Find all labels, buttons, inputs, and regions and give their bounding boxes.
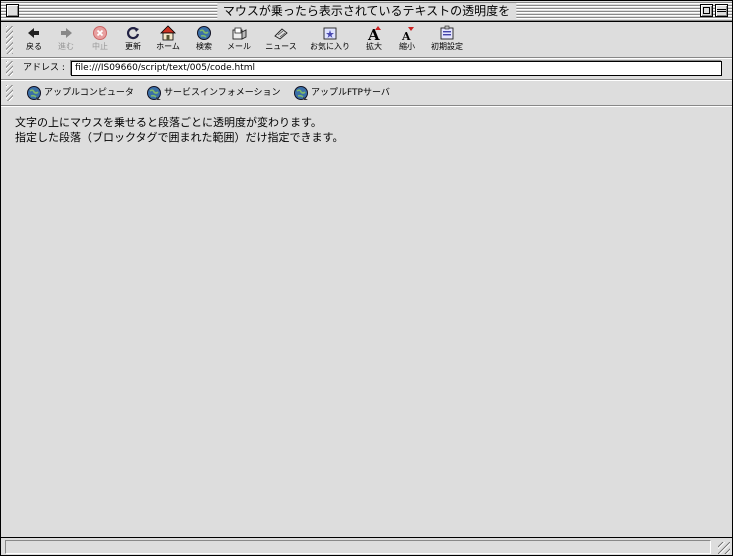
- collapse-box[interactable]: [715, 4, 728, 17]
- news-label: ニュース: [265, 42, 297, 51]
- status-bar: [1, 537, 732, 556]
- paragraph-1[interactable]: 文字の上にマウスを乗せると段落ごとに透明度が変わります。: [15, 115, 322, 130]
- globe-icon: [294, 86, 308, 100]
- paragraph-2[interactable]: 指定した段落（ブロックタグで囲まれた範囲）だけ指定できます。: [15, 130, 343, 145]
- preferences-label: 初期設定: [431, 42, 463, 51]
- preferences-icon: [440, 25, 454, 40]
- zoom-box[interactable]: [700, 4, 713, 17]
- mail-label: メール: [227, 42, 251, 51]
- stop-icon: [93, 26, 107, 40]
- mail-icon: [232, 27, 247, 40]
- search-button[interactable]: 検索: [192, 25, 216, 56]
- forward-arrow-icon: [61, 28, 72, 38]
- close-box[interactable]: [6, 4, 19, 17]
- back-arrow-icon: [28, 28, 39, 38]
- preferences-button[interactable]: 初期設定: [427, 25, 467, 56]
- news-button[interactable]: ニュース: [261, 25, 301, 56]
- svg-text:A: A: [401, 30, 411, 41]
- address-label: アドレス :: [23, 63, 65, 73]
- favorite-label: アップルFTPサーバ: [311, 88, 390, 98]
- status-field: [5, 540, 711, 554]
- back-button[interactable]: 戻る: [21, 25, 47, 56]
- search-globe-icon: [197, 26, 211, 40]
- globe-icon: [147, 86, 161, 100]
- page-content: 文字の上にマウスを乗せると段落ごとに透明度が変わります。 指定した段落（ブロック…: [7, 108, 725, 537]
- home-icon: [160, 25, 176, 41]
- home-button[interactable]: ホーム: [151, 25, 185, 56]
- favorite-apple-ftp-server[interactable]: アップルFTPサーバ: [293, 85, 390, 101]
- favorites-bar: アップルコンピュータ サービスインフォメーション アップルFTPサーバ: [1, 81, 732, 106]
- resize-grip[interactable]: [718, 542, 730, 554]
- text-larger-label: 拡大: [366, 42, 382, 51]
- window-title: マウスが乗ったら表示されているテキストの透明度を: [216, 3, 517, 19]
- toolbar-grip[interactable]: [6, 26, 13, 54]
- address-input[interactable]: file:///IS09660/script/text/005/code.htm…: [71, 61, 722, 76]
- news-icon: [274, 28, 288, 40]
- text-larger-button[interactable]: A 拡大: [362, 25, 386, 56]
- favorites-icon: [323, 27, 337, 40]
- favorites-label: お気に入り: [310, 42, 350, 51]
- refresh-icon: [126, 27, 140, 40]
- stop-button[interactable]: 中止: [87, 25, 113, 56]
- browser-window: マウスが乗ったら表示されているテキストの透明度を 戻る 進む 中止 更新 ホーム…: [0, 0, 733, 556]
- text-smaller-label: 縮小: [399, 42, 415, 51]
- address-bar: アドレス : file:///IS09660/script/text/005/c…: [1, 58, 732, 80]
- globe-icon: [27, 86, 41, 100]
- mail-button[interactable]: メール: [223, 25, 255, 56]
- search-label: 検索: [196, 42, 212, 51]
- toolbar: 戻る 進む 中止 更新 ホーム 検索 メール ニュース お気に入り A 拡大 A…: [1, 22, 732, 58]
- forward-label: 進む: [58, 42, 74, 51]
- favorites-bar-grip[interactable]: [6, 85, 13, 101]
- favorite-label: アップルコンピュータ: [44, 88, 134, 98]
- favorite-service-information[interactable]: サービスインフォメーション: [146, 85, 281, 101]
- title-bar[interactable]: マウスが乗ったら表示されているテキストの透明度を: [1, 1, 732, 22]
- favorite-apple-computer[interactable]: アップルコンピュータ: [26, 85, 134, 101]
- stop-label: 中止: [92, 42, 108, 51]
- text-smaller-button[interactable]: A 縮小: [395, 25, 419, 56]
- forward-button[interactable]: 進む: [53, 25, 79, 56]
- favorites-button[interactable]: お気に入り: [305, 25, 355, 56]
- address-bar-grip[interactable]: [6, 61, 13, 76]
- home-label: ホーム: [156, 42, 180, 51]
- back-label: 戻る: [26, 42, 42, 51]
- favorite-label: サービスインフォメーション: [164, 88, 281, 98]
- text-smaller-icon: A: [401, 27, 414, 41]
- text-larger-icon: A: [367, 26, 381, 41]
- refresh-label: 更新: [125, 42, 141, 51]
- refresh-button[interactable]: 更新: [120, 25, 146, 56]
